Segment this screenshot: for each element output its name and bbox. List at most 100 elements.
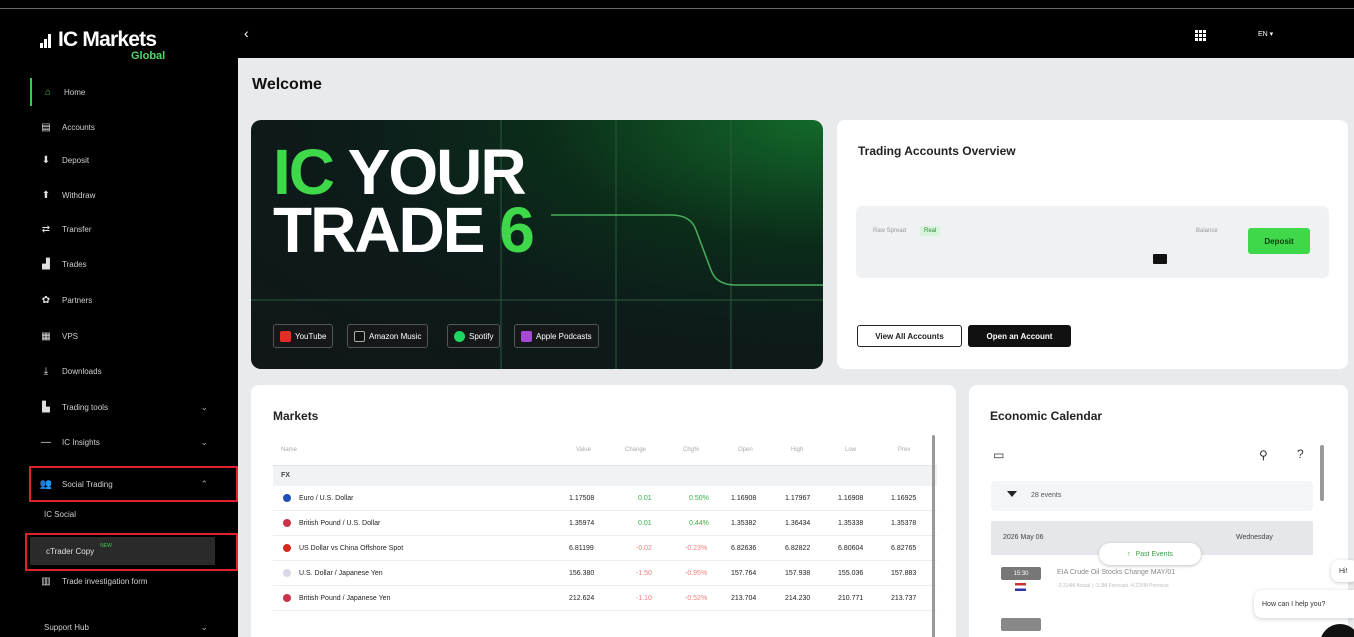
highlight-box-ctrader-copy	[25, 533, 238, 571]
event-time: 15:30	[1001, 567, 1041, 580]
market-chg-pct: -0.23%	[685, 545, 708, 552]
column-header[interactable]: Change	[625, 447, 646, 453]
sidebar-item-trading-tools[interactable]: ▙ Trading tools ⌄	[30, 393, 230, 421]
sidebar-item-label: Trade investigation form	[62, 576, 148, 586]
market-change: -0.02	[636, 545, 652, 552]
markets-table-header: Name Value Change Chg% Open High Low Pre…	[273, 435, 937, 466]
sidebar-item-support-hub[interactable]: Support Hub ⌄	[30, 613, 230, 637]
help-icon[interactable]: ?	[1297, 447, 1304, 461]
calendar-icon[interactable]: ▭	[993, 448, 1004, 462]
table-row[interactable]: British Pound / U.S. Dollar 1.35974 0.01…	[273, 511, 937, 536]
market-name: U.S. Dollar / Japanese Yen	[299, 570, 383, 577]
language-select[interactable]: EN ▾	[1258, 30, 1273, 38]
column-header[interactable]: Prev	[898, 447, 910, 453]
market-prev: 1.35378	[891, 520, 917, 527]
market-prev: 6.82765	[891, 545, 917, 552]
accounts-icon: ▤	[41, 121, 51, 133]
spotify-icon	[454, 330, 465, 342]
deposit-button[interactable]: Deposit	[1248, 228, 1310, 254]
view-all-accounts-button[interactable]: View All Accounts	[857, 325, 962, 347]
vps-icon: ▦	[41, 330, 51, 342]
market-high: 6.82822	[785, 545, 811, 552]
sidebar-item-trades[interactable]: ▟ Trades	[30, 250, 230, 278]
market-name: British Pound / U.S. Dollar	[299, 520, 381, 527]
search-icon[interactable]: ⚲	[1259, 448, 1268, 462]
market-name: US Dollar vs China Offshore Spot	[299, 545, 404, 552]
column-header[interactable]: Low	[845, 447, 856, 453]
market-value: 156.380	[569, 570, 595, 577]
event-values: -3.314M Actual | -3.3M Forecast -4.226M …	[1057, 583, 1169, 589]
sidebar-item-social-trading[interactable]: 👥 Social Trading ⌃	[30, 470, 230, 498]
calendar-scrollbar[interactable]	[1320, 445, 1324, 501]
market-low: 210.771	[838, 595, 864, 602]
sidebar-item-label: VPS	[62, 331, 79, 341]
chevron-down-icon: ⌄	[200, 621, 208, 632]
deposit-icon: ⬇	[41, 154, 51, 166]
app-window: IC Markets Global ⌂ Home ▤ Accounts ⬇ De…	[0, 0, 1354, 637]
market-chg-pct: -0.52%	[685, 595, 708, 602]
filter-icon	[1007, 491, 1017, 497]
market-value: 1.35974	[569, 520, 595, 527]
open-account-button[interactable]: Open an Account	[968, 325, 1071, 347]
column-header[interactable]: Value	[576, 447, 591, 453]
home-icon: ⌂	[44, 86, 52, 98]
sidebar-item-accounts[interactable]: ▤ Accounts	[30, 113, 230, 141]
chat-prompt[interactable]: How can I help you?	[1254, 590, 1354, 618]
market-open: 1.16908	[731, 495, 757, 502]
apple-podcasts-link[interactable]: Apple Podcasts	[514, 324, 599, 348]
column-header[interactable]: Name	[281, 447, 297, 453]
sidebar-item-deposit[interactable]: ⬇ Deposit	[30, 146, 230, 174]
column-header[interactable]: Chg%	[683, 447, 699, 453]
us-flag-icon	[1015, 583, 1026, 591]
sidebar-item-downloads[interactable]: ⤓ Downloads	[30, 357, 230, 385]
sidebar-item-vps[interactable]: ▦ VPS	[30, 322, 230, 350]
market-high: 157.938	[785, 570, 811, 577]
column-header[interactable]: High	[791, 447, 803, 453]
account-type: Raw Spread	[873, 228, 907, 234]
calendar-date: 2026 May 06	[1003, 534, 1044, 541]
collapse-sidebar-icon[interactable]: ‹	[244, 25, 249, 41]
market-open: 157.764	[731, 570, 757, 577]
trading-accounts-card: Trading Accounts Overview Raw Spread Rea…	[837, 120, 1348, 369]
market-name: Euro / U.S. Dollar	[299, 495, 354, 502]
sidebar-item-transfer[interactable]: ⇄ Transfer	[30, 215, 230, 243]
sidebar-subitem-ic-social[interactable]: IC Social	[44, 510, 76, 519]
sidebar-item-withdraw[interactable]: ⬆ Withdraw	[30, 181, 230, 209]
table-row[interactable]: Euro / U.S. Dollar 1.17508 0.01 0.50% 1.…	[273, 486, 937, 511]
table-row[interactable]: U.S. Dollar / Japanese Yen 156.380 -1.50…	[273, 561, 937, 586]
sidebar-item-label: Trades	[62, 259, 87, 269]
sidebar-item-partners[interactable]: ✿ Partners	[30, 286, 230, 314]
youtube-link[interactable]: YouTube	[273, 324, 334, 348]
events-filter[interactable]: 28 events	[991, 481, 1313, 511]
sidebar-item-ic-insights[interactable]: ― IC Insights ⌄	[30, 428, 230, 456]
sidebar-item-home[interactable]: ⌂ Home	[30, 78, 230, 106]
promo-banner[interactable]: IC YOUR TRADE 6 YouTube Amazon Music Spo…	[251, 120, 823, 369]
past-events-button[interactable]: ↑ Past Events	[1099, 543, 1201, 565]
flag-icon	[283, 569, 291, 577]
brand-sub: Global	[131, 50, 166, 62]
card-title: Trading Accounts Overview	[858, 144, 1016, 158]
sidebar-item-trade-investigation-form[interactable]: ▥ Trade investigation form	[30, 567, 230, 595]
market-high: 1.17967	[785, 495, 811, 502]
sidebar-item-label: Withdraw	[62, 190, 96, 200]
flag-icon	[283, 594, 291, 602]
markets-group-fx[interactable]: FX	[273, 466, 937, 486]
page-title: Welcome	[252, 76, 322, 93]
sidebar-item-label: Transfer	[62, 224, 92, 234]
market-change: 0.01	[638, 495, 652, 502]
chat-greeting[interactable]: Hi!	[1331, 560, 1354, 582]
table-row[interactable]: British Pound / Japanese Yen 212.624 -1.…	[273, 586, 937, 611]
market-open: 213.704	[731, 595, 757, 602]
markets-scrollbar[interactable]	[932, 435, 935, 637]
account-row[interactable]: Raw Spread Real Balance Deposit	[856, 206, 1329, 278]
partners-icon: ✿	[41, 294, 51, 306]
market-low: 1.16908	[838, 495, 864, 502]
market-chg-pct: -0.95%	[685, 570, 708, 577]
amazon-music-link[interactable]: Amazon Music	[347, 324, 429, 348]
event-title[interactable]: EIA Crude Oil Stocks Change MAY/01	[1057, 569, 1175, 576]
table-row[interactable]: US Dollar vs China Offshore Spot 6.81199…	[273, 536, 937, 561]
brand-logo[interactable]: IC Markets Global	[40, 28, 180, 64]
apps-grid-icon[interactable]	[1195, 30, 1206, 41]
column-header[interactable]: Open	[738, 447, 753, 453]
spotify-link[interactable]: Spotify	[447, 324, 501, 348]
